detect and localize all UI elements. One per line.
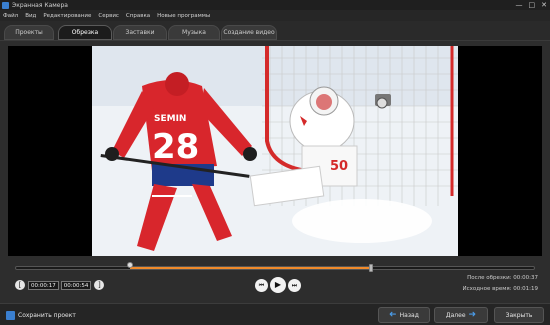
playback-controls: ⏮ ▶ ⏭ [255,277,301,293]
trim-timeline[interactable] [15,262,535,272]
tab-trim[interactable]: Обрезка [58,25,112,40]
save-project-label: Сохранить проект [18,311,76,319]
window-title: Экранная Камера [12,1,68,9]
rewind-button[interactable]: ⏮ [255,278,268,292]
bottom-bar: Сохранить проект ➜ Назад Далее ➜ Закрыть [0,303,550,325]
close-label: Закрыть [505,311,533,319]
save-project-button[interactable]: Сохранить проект [6,307,86,323]
tab-bar: Проекты Обрезка Заставки Музыка Создание… [0,21,550,41]
hockey-scene-image: 50 SEMIN 28 [92,46,458,256]
arrow-left-icon: ➜ [389,309,397,320]
set-start-button[interactable]: [ [15,280,25,290]
arrow-right-icon: ➜ [468,309,477,320]
goalie-number: 50 [330,159,348,174]
trim-start-handle[interactable] [126,262,133,268]
menu-file[interactable]: Файл [3,13,18,19]
source-time-info: Исходное время: 00:01:19 [462,286,538,292]
app-window: Экранная Камера — □ ✕ Файл Вид Редактиро… [0,0,550,325]
back-button[interactable]: ➜ Назад [378,307,430,323]
player-number: 28 [152,127,199,167]
source-time-value: 00:01:19 [513,286,538,292]
tab-music[interactable]: Музыка [168,25,220,40]
trim-end-handle[interactable] [368,264,373,272]
video-preview[interactable]: 50 SEMIN 28 [8,46,542,256]
back-label: Назад [399,311,419,319]
forward-button[interactable]: ⏭ [288,278,301,292]
menu-service[interactable]: Сервис [98,13,119,19]
title-bar: Экранная Камера — □ ✕ [0,0,550,10]
close-window-button[interactable]: ✕ [541,1,547,9]
menu-help[interactable]: Справка [126,13,150,19]
source-time-label: Исходное время: [462,286,512,292]
player-name: SEMIN [154,114,186,124]
trim-time-controls: [ 00:00:17 00:00:54 ] [15,280,105,290]
tab-intros[interactable]: Заставки [113,25,167,40]
next-button[interactable]: Далее ➜ [434,307,488,323]
after-trim-label: После обрезки: [467,275,512,281]
trim-range-fill [129,267,371,269]
after-trim-value: 00:00:37 [513,275,538,281]
end-time-field[interactable]: 00:00:54 [60,280,92,290]
menu-new-programs[interactable]: Новые программы [157,13,210,19]
start-time-field[interactable]: 00:00:17 [28,280,59,290]
after-trim-info: После обрезки: 00:00:37 [467,275,538,281]
app-icon [2,1,9,9]
window-controls: — □ ✕ [516,1,548,9]
tab-create-video[interactable]: Создание видео [221,25,277,40]
close-button[interactable]: Закрыть [494,307,544,323]
minimize-button[interactable]: — [516,1,523,9]
maximize-button[interactable]: □ [529,1,536,9]
tab-projects[interactable]: Проекты [4,25,54,40]
menu-view[interactable]: Вид [25,13,36,19]
menu-edit[interactable]: Редактирование [43,13,91,19]
video-frame: 50 SEMIN 28 [92,46,458,256]
set-end-button[interactable]: ] [94,280,105,290]
menu-bar: Файл Вид Редактирование Сервис Справка Н… [0,10,550,21]
play-button[interactable]: ▶ [270,277,286,293]
next-label: Далее [445,311,466,319]
save-disk-icon [6,310,15,320]
